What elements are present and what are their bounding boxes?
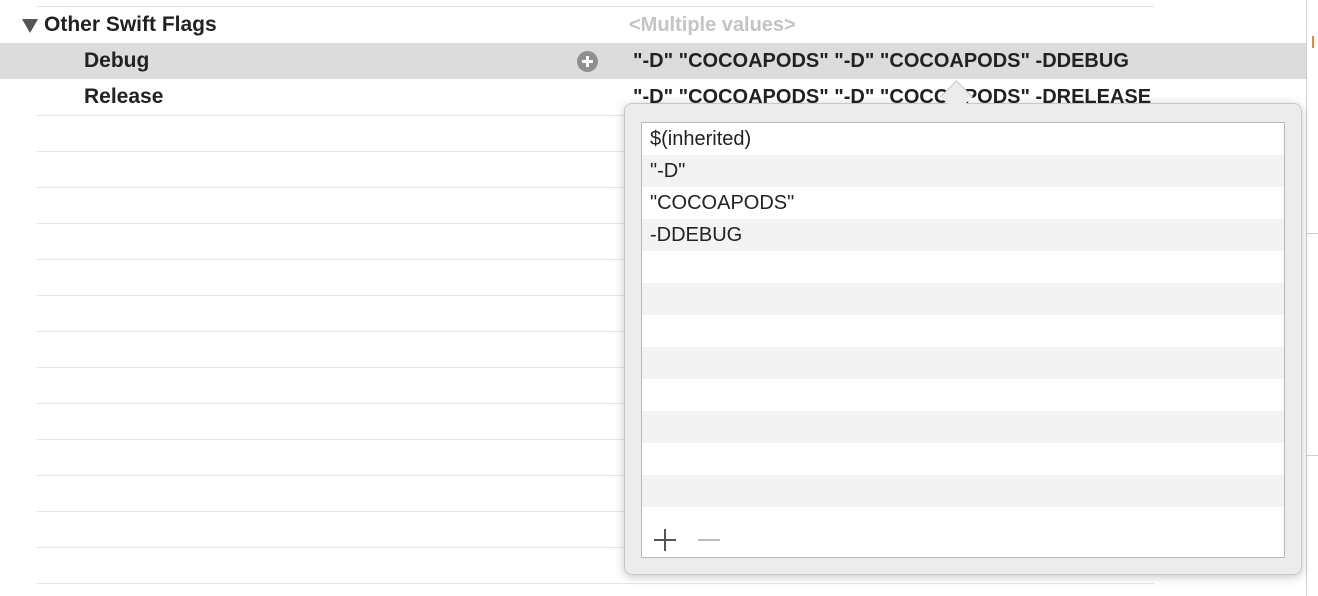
multiple-values-placeholder: <Multiple values> bbox=[629, 14, 796, 36]
list-item[interactable]: $(inherited) bbox=[642, 123, 1284, 155]
empty-list-row[interactable] bbox=[642, 251, 1284, 283]
inspector-accent-mark bbox=[1312, 36, 1318, 48]
list-item[interactable]: "-D" bbox=[642, 155, 1284, 187]
inspector-divider bbox=[1306, 0, 1307, 596]
empty-list-row[interactable] bbox=[642, 443, 1284, 475]
empty-list-row[interactable] bbox=[642, 379, 1284, 411]
values-editor-popover: $(inherited) "-D" "COCOAPODS" -DDEBUG bbox=[624, 103, 1302, 575]
list-item[interactable]: "COCOAPODS" bbox=[642, 187, 1284, 219]
plus-icon[interactable] bbox=[653, 528, 677, 552]
setting-row-other-swift-flags[interactable]: Other Swift Flags <Multiple values> bbox=[0, 7, 1306, 43]
list-item[interactable]: -DDEBUG bbox=[642, 219, 1284, 251]
row-label-release: Release bbox=[84, 85, 164, 108]
empty-list-row[interactable] bbox=[642, 411, 1284, 443]
list-footer bbox=[642, 523, 1284, 557]
row-label-debug: Debug bbox=[84, 49, 150, 72]
minus-icon[interactable] bbox=[697, 528, 721, 552]
inspector-divider-tick bbox=[1307, 455, 1318, 456]
empty-row-divider bbox=[36, 583, 1154, 584]
values-list[interactable]: $(inherited) "-D" "COCOAPODS" -DDEBUG bbox=[641, 122, 1285, 558]
empty-list-row[interactable] bbox=[642, 315, 1284, 347]
add-condition-icon[interactable] bbox=[577, 51, 598, 72]
empty-list-row[interactable] bbox=[642, 347, 1284, 379]
setting-row-debug[interactable]: Debug "-D" "COCOAPODS" "-D" "COCOAPODS" … bbox=[0, 43, 1306, 79]
disclosure-triangle-icon[interactable] bbox=[22, 19, 38, 33]
inspector-divider-tick bbox=[1307, 233, 1318, 234]
empty-list-row[interactable] bbox=[642, 475, 1284, 507]
row-value-debug: "-D" "COCOAPODS" "-D" "COCOAPODS" -DDEBU… bbox=[633, 50, 1129, 72]
setting-title: Other Swift Flags bbox=[44, 13, 217, 36]
empty-list-row[interactable] bbox=[642, 283, 1284, 315]
